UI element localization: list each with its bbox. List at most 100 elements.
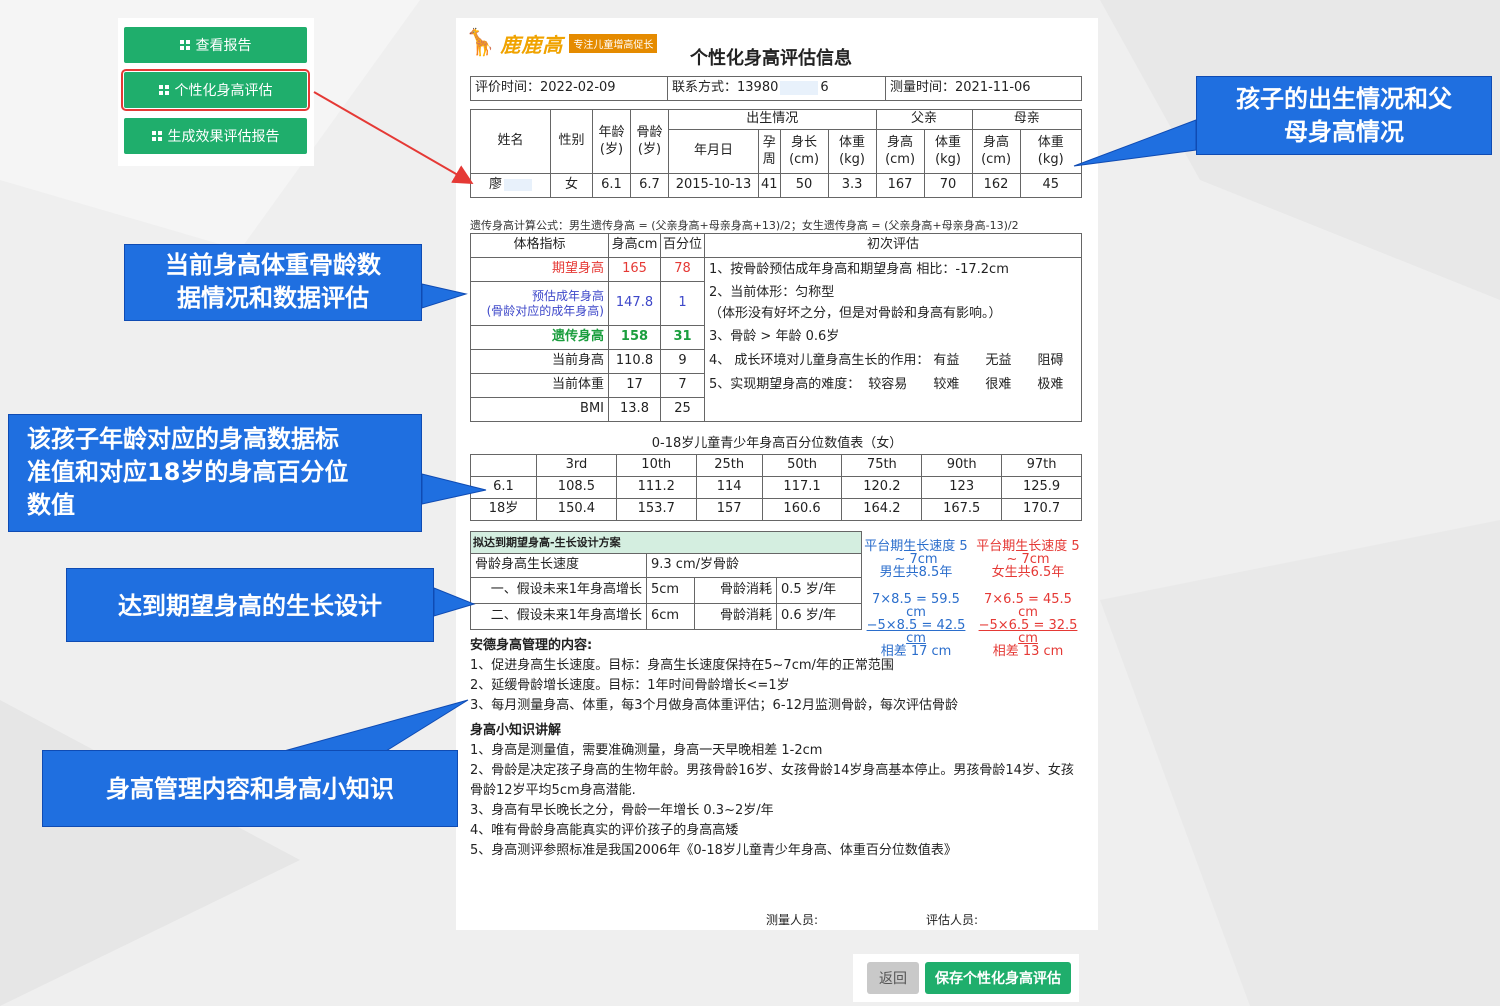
hdr-father-weight: 体重 (kg) [923,129,973,174]
plan-speed-label: 骨龄身高生长速度 [470,553,647,578]
pct-hdr-2: 10th [615,454,697,477]
hdr-bone-age: 骨龄 (岁) [630,109,669,174]
hdr-gender: 性别 [550,109,593,174]
female-note-sub: 女生共6.5年 [991,565,1065,580]
pct-row2-75th: 164.2 [841,498,923,521]
eval-5-opt-1: 较容易 [868,377,908,393]
pct-row1-3rd: 108.5 [536,476,617,499]
metric-height-genetic: 158 [608,325,661,350]
metric-height-predicted: 147.8 [608,281,661,326]
knowledge-item: 5、身高测评参照标准是我国2006年《0-18岁儿童青少年身高、体重百分位数值表… [470,843,957,858]
pct-row1-90th: 123 [921,476,1003,499]
hdr-name: 姓名 [470,109,551,174]
hdr-father: 父亲 [875,109,973,130]
patient-age: 6.1 [592,173,631,198]
patient-gest: 41 [758,173,781,198]
grid-icon [158,85,169,95]
plan-row1-label: 一、假设未来1年身高增长 [470,577,647,604]
giraffe-icon: 🦒 [464,28,497,58]
callout-percentile-line2: 准值和对应18岁的身高百分位 [27,458,349,486]
metric-height-expected: 165 [608,257,661,282]
metric-label-current-height: 当前身高 [470,349,609,374]
contact-tail: 6 [820,80,829,96]
callout-knowledge: 身高管理内容和身高小知识 [42,750,458,827]
save-assessment-button[interactable]: 保存个性化身高评估 [925,962,1071,994]
metric-label-current-weight: 当前体重 [470,373,609,398]
back-button[interactable]: 返回 [867,962,919,994]
eval-2: 2、当前体形：匀称型 [709,285,835,301]
callout-growth: 达到期望身高的生长设计 [66,568,434,642]
female-note-head: 平台期生长速度 5 ~ 7cm [976,539,1080,567]
pct-hdr-6: 90th [921,454,1003,477]
callout-metrics-line1: 当前身高体重骨龄数 [165,251,381,279]
assessment-document: 🦒 鹿鹿高 专注儿童增高促长 个性化身高评估信息 评价时间：2022-02-09… [456,18,1098,930]
eval-5-cell: 5、实现期望身高的难度： 较容易 较难 很难 极难 [704,373,1082,398]
view-report-label: 查看报告 [195,38,252,54]
hdr-birth: 出生情况 [668,109,877,130]
mother-height: 162 [971,173,1021,198]
hdr-percentile: 百分位 [659,233,706,258]
callout-tail-knowledge [283,699,469,752]
eval-blank [704,397,1082,422]
brand-name: 鹿鹿高 [500,32,564,57]
pct-row2-25th: 157 [695,498,763,521]
metric-value-weight: 17 [608,373,661,398]
hdr-length: 身长 (cm) [779,129,829,174]
eval-4-opt-1: 有益 [933,353,960,369]
male-note-l1: 7×8.5 = 59.5 cm [872,592,960,620]
eval-5-opt-4: 极难 [1037,377,1064,393]
mother-weight: 45 [1019,173,1083,198]
plan-row2-bone-value: 0.6 岁/年 [776,603,862,630]
brand-logo: 🦒 鹿鹿高 专注儿童增高促长 [464,28,658,58]
pct-hdr-1: 3rd [536,454,617,477]
hdr-gest: 孕 周 [758,129,781,174]
father-height: 167 [875,173,925,198]
metric-label-predicted: 预估成年身高 (骨龄对应的成年身高) [470,281,609,326]
eval-1: 1、按骨龄预估成年身高和期望身高 相比：-17.2cm [704,257,1082,282]
callout-knowledge-line1: 身高管理内容和身高小知识 [106,775,394,803]
pct-row1-97th: 125.9 [1001,476,1082,499]
metric-label-bmi: BMI [470,397,609,422]
pct-row1-75th: 120.2 [841,476,923,499]
contact: 联系方式：13980 [672,80,779,96]
pct-row2-3rd: 150.4 [536,498,617,521]
management-heading: 安德身高管理的内容: [470,638,593,653]
plan-row1-growth: 5cm [646,577,695,604]
management-item: 3、每月测量身高、体重，每3个月做身高体重评估；6-12月监测骨龄，每次评估骨龄 [470,698,959,713]
action-menu: 查看报告 个性化身高评估 生成效果评估报告 [118,18,314,166]
view-report-button[interactable]: 查看报告 [124,27,307,63]
generate-effect-report-button[interactable]: 生成效果评估报告 [124,118,307,154]
pct-row2-90th: 167.5 [921,498,1003,521]
hdr-mother-height: 身高 (cm) [971,129,1021,174]
patient-table: 姓名 性别 年龄 (岁) 骨龄 (岁) 出生情况 父亲 母亲 年月日 孕 周 身… [470,109,1083,198]
metric-pct-weight: 7 [659,373,706,398]
knowledge-item: 2、骨龄是决定孩子身高的生物年龄。男孩骨龄16岁、女孩骨龄14岁身高基本停止。男… [470,763,1074,778]
management-item: 1、促进身高生长速度。目标：身高生长速度保持在5~7cm/年的正常范围 [470,658,894,673]
management-section: 安德身高管理的内容: 1、促进身高生长速度。目标：身高生长速度保持在5~7cm/… [470,636,1084,716]
genetic-height-formula: 遗传身高计算公式：男生遗传身高 = (父亲身高+母亲身高+13)/2；女生遗传身… [470,219,1019,232]
patient-name: 廖 [488,177,502,193]
percentile-table-title: 0-18岁儿童青少年身高百分位数值表（女） [651,436,903,451]
eval-5-opt-2: 较难 [933,377,960,393]
male-note-sub: 男生共8.5年 [879,565,953,580]
hdr-initial-eval: 初次评估 [704,233,1082,258]
father-weight: 70 [923,173,973,198]
eval-5: 5、实现期望身高的难度： [709,377,861,393]
patient-dob: 2015-10-13 [668,173,759,198]
metric-label-genetic: 遗传身高 [470,325,609,350]
plan-row1-bone-value: 0.5 岁/年 [776,577,862,604]
plan-row2-bone-label: 骨龄消耗 [694,603,777,630]
callout-growth-line1: 达到期望身高的生长设计 [118,592,382,620]
plan-row2-growth: 6cm [646,603,695,630]
pct-hdr-7: 97th [1001,454,1082,477]
personalized-assessment-button[interactable]: 个性化身高评估 [121,69,310,111]
callout-metrics: 当前身高体重骨龄数 据情况和数据评估 [124,244,422,321]
eval-4-cell: 4、 成长环境对儿童身高生长的作用： 有益 无益 阻碍 [704,349,1082,374]
eval-3: 3、骨龄 > 年龄 0.6岁 [704,325,1082,350]
eval-2-cell: 2、当前体形：匀称型 （体形没有好坏之分，但是对骨龄和身高有影响。） [704,281,1082,326]
pct-hdr-5: 75th [841,454,923,477]
pct-row1-10th: 111.2 [615,476,697,499]
eval-time: 评价时间：2022-02-09 [470,76,668,101]
pct-row1-25th: 114 [695,476,763,499]
eval-4-opt-2: 无益 [985,353,1012,369]
